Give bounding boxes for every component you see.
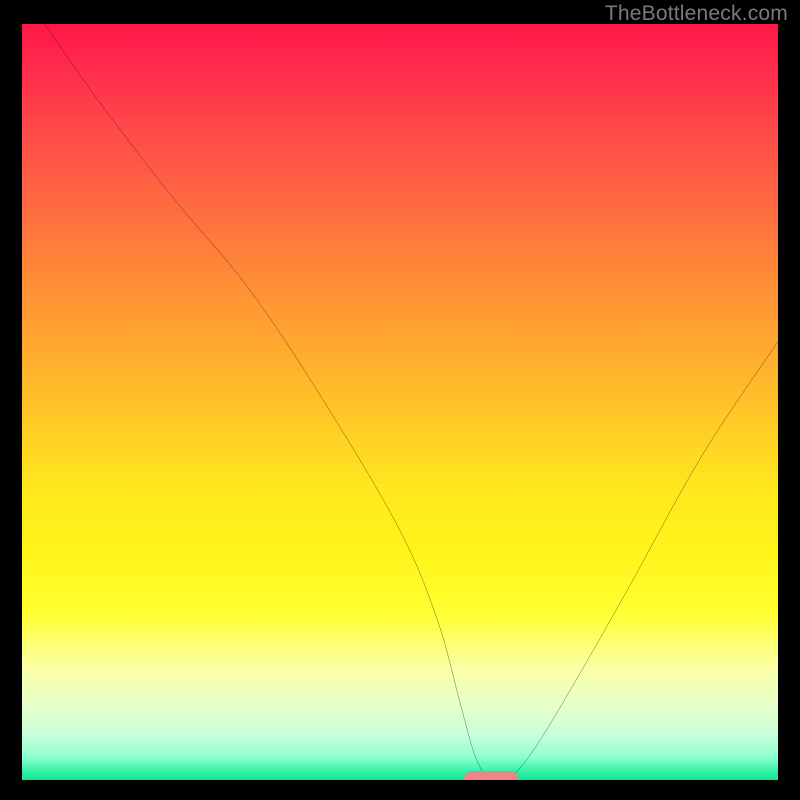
- curve-line: [45, 24, 778, 780]
- plot-area: [22, 24, 778, 780]
- bottleneck-curve: [22, 24, 778, 780]
- chart-frame: TheBottleneck.com: [0, 0, 800, 800]
- optimal-marker: [464, 771, 518, 780]
- watermark-text: TheBottleneck.com: [605, 2, 788, 26]
